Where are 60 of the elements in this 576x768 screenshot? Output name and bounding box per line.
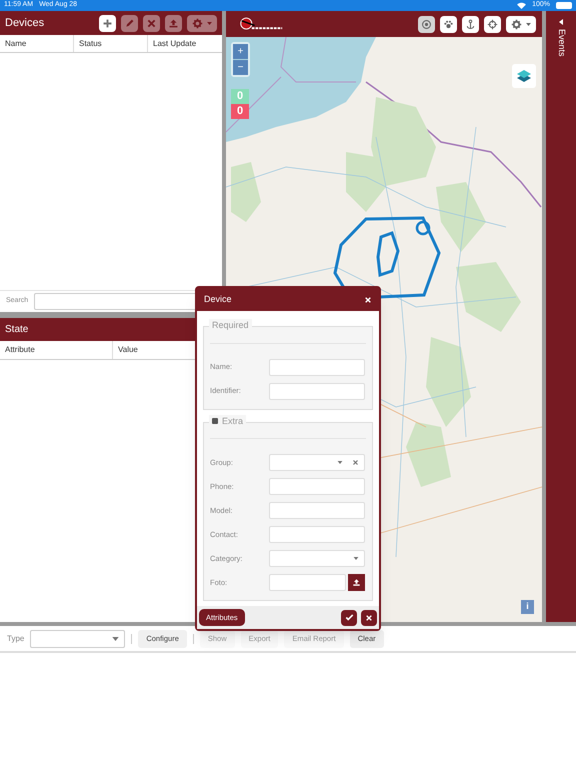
- target-button[interactable]: [418, 16, 435, 32]
- section-title: Required: [212, 319, 249, 332]
- text-field[interactable]: [269, 358, 365, 376]
- zoom-in-button[interactable]: +: [233, 44, 248, 59]
- logo-icon: [238, 16, 284, 32]
- dialog-title: Device: [204, 292, 233, 306]
- settings-icon: [192, 18, 203, 28]
- crosshair-icon: [487, 18, 498, 30]
- section-title: Extra: [222, 414, 244, 428]
- cancel-button[interactable]: [361, 610, 377, 626]
- caret-icon: [559, 19, 563, 25]
- column-header[interactable]: Attribute: [0, 341, 113, 359]
- upload-icon: [168, 18, 179, 28]
- close-icon: [146, 18, 157, 28]
- column-header[interactable]: Status: [74, 35, 148, 52]
- paw-button[interactable]: [440, 16, 457, 32]
- layers-icon: [517, 70, 531, 82]
- upload-button[interactable]: [348, 574, 365, 591]
- paw-icon: [443, 18, 454, 30]
- close-icon: [365, 614, 373, 622]
- text-field[interactable]: [269, 382, 365, 400]
- offline-counter: 0: [231, 104, 249, 119]
- battery-icon: [556, 2, 572, 9]
- settings-icon: [511, 18, 522, 30]
- text-field[interactable]: [269, 502, 365, 519]
- anchor-icon: [465, 18, 476, 30]
- column-header[interactable]: Name: [0, 35, 74, 52]
- close-icon: [352, 459, 359, 466]
- upload-icon: [352, 578, 361, 587]
- column-header[interactable]: Last Update: [148, 35, 222, 52]
- target-icon: [421, 18, 432, 30]
- zoom-out-button[interactable]: −: [233, 60, 248, 75]
- wifi-icon: [517, 2, 526, 9]
- caret-icon: [112, 636, 120, 640]
- panel-title: State: [5, 323, 28, 337]
- type-label: Type: [7, 632, 24, 644]
- text-field[interactable]: [269, 526, 365, 543]
- panel-title: Devices: [5, 16, 46, 31]
- save-button[interactable]: [341, 610, 357, 626]
- crosshair-button[interactable]: [484, 16, 501, 32]
- checkmark-icon: [344, 613, 354, 622]
- events-toggle[interactable]: Events: [554, 29, 568, 57]
- text-field[interactable]: [269, 478, 365, 495]
- plus-icon: [102, 18, 113, 28]
- pencil-icon: [124, 18, 135, 28]
- caret-icon: [526, 22, 531, 26]
- anchor-button[interactable]: [462, 16, 479, 32]
- combo-field[interactable]: [269, 550, 365, 567]
- collapse-toggle[interactable]: [212, 418, 218, 424]
- add-button[interactable]: [99, 14, 116, 32]
- caret-icon: [353, 557, 359, 560]
- photo-field[interactable]: [269, 574, 346, 591]
- close-icon: [364, 296, 372, 304]
- layers-button[interactable]: [512, 64, 536, 88]
- combo-field[interactable]: [269, 454, 365, 471]
- caret-icon: [207, 22, 212, 24]
- online-counter: 0: [231, 89, 249, 104]
- close-button[interactable]: [364, 296, 372, 304]
- settings-button[interactable]: [506, 16, 536, 32]
- caret-icon: [337, 461, 343, 464]
